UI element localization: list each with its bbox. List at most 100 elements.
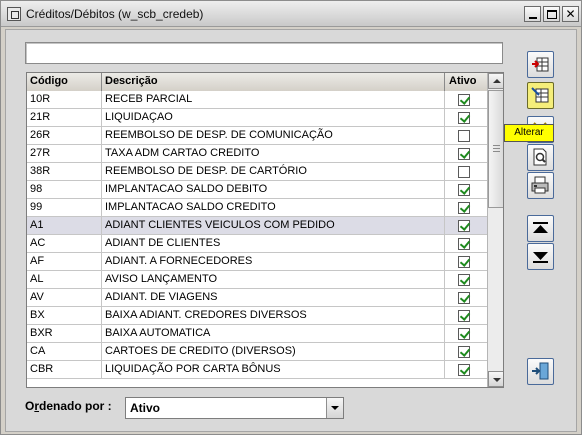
cell-active	[445, 235, 487, 252]
arrow-up-icon	[493, 79, 501, 83]
table-row[interactable]: CBR LIQUIDAÇÃO POR CARTA BÔNUS	[27, 361, 487, 379]
print-button[interactable]	[527, 172, 554, 199]
cell-code: CA	[27, 343, 102, 360]
cell-description: ADIANT. A FORNECEDORES	[102, 253, 445, 270]
active-checkbox[interactable]	[458, 238, 470, 250]
active-checkbox[interactable]	[458, 166, 470, 178]
move-top-button[interactable]	[527, 215, 554, 242]
cell-active	[445, 343, 487, 360]
cell-active	[445, 253, 487, 270]
active-checkbox[interactable]	[458, 346, 470, 358]
grip-line	[493, 151, 500, 152]
filter-input[interactable]	[25, 42, 503, 64]
cell-active	[445, 325, 487, 342]
cell-code: AV	[27, 289, 102, 306]
cell-code: 21R	[27, 109, 102, 126]
cell-description: RECEB PARCIAL	[102, 91, 445, 108]
cell-active	[445, 307, 487, 324]
table-row[interactable]: BX BAIXA ADIANT. CREDORES DIVERSOS	[27, 307, 487, 325]
edit-grid-icon	[531, 87, 549, 103]
cell-active	[445, 145, 487, 162]
active-checkbox[interactable]	[458, 328, 470, 340]
table-row[interactable]: 27R TAXA ADM CARTAO CREDITO	[27, 145, 487, 163]
column-header-code[interactable]: Código	[27, 73, 102, 91]
active-checkbox[interactable]	[458, 274, 470, 286]
move-down-button[interactable]	[527, 243, 554, 270]
grip-line	[493, 148, 500, 149]
column-header-description[interactable]: Descrição	[102, 73, 445, 91]
table-row[interactable]: AV ADIANT. DE VIAGENS	[27, 289, 487, 307]
table-row[interactable]: 21R LIQUIDAÇAO	[27, 109, 487, 127]
table-row[interactable]: 99 IMPLANTACAO SALDO CREDITO	[27, 199, 487, 217]
dropdown-button[interactable]	[326, 398, 343, 418]
window-app-icon[interactable]	[7, 7, 21, 21]
active-checkbox[interactable]	[458, 94, 470, 106]
table-body: 10R RECEB PARCIAL 21R LIQUIDAÇAO 26R REEMBOLS…	[27, 91, 487, 379]
cell-description: ADIANT CLIENTES VEICULOS COM PEDIDO	[102, 217, 445, 234]
cell-description: IMPLANTACAO SALDO DEBITO	[102, 181, 445, 198]
preview-button[interactable]	[527, 144, 554, 171]
active-checkbox[interactable]	[458, 364, 470, 376]
table-row[interactable]: 26R REEMBOLSO DE DESP. DE COMUNICAÇÃO	[27, 127, 487, 145]
chevron-down-icon	[331, 406, 339, 410]
cell-code: A1	[27, 217, 102, 234]
cell-code: BX	[27, 307, 102, 324]
cell-description: CARTOES DE CREDITO (DIVERSOS)	[102, 343, 445, 360]
active-checkbox[interactable]	[458, 310, 470, 322]
insert-button[interactable]	[527, 51, 554, 78]
minimize-button[interactable]	[524, 6, 541, 22]
scroll-up-button[interactable]	[488, 73, 503, 89]
cell-active	[445, 361, 487, 378]
exit-door-icon	[532, 362, 549, 380]
active-checkbox[interactable]	[458, 184, 470, 196]
window-title: Créditos/Débitos (w_scb_credeb)	[26, 7, 204, 21]
close-icon: ✕	[565, 7, 576, 21]
cell-active	[445, 271, 487, 288]
active-checkbox[interactable]	[458, 130, 470, 142]
table-row[interactable]: AF ADIANT. A FORNECEDORES	[27, 253, 487, 271]
cell-active	[445, 91, 487, 108]
cell-description: BAIXA AUTOMATICA	[102, 325, 445, 342]
records-table[interactable]: Código Descrição Ativo 10R RECEB PARCIAL 2…	[26, 72, 504, 388]
table-row[interactable]: 10R RECEB PARCIAL	[27, 91, 487, 109]
grip-line	[493, 145, 500, 146]
move-top-icon	[533, 222, 548, 233]
cell-description: ADIANT DE CLIENTES	[102, 235, 445, 252]
column-header-active[interactable]: Ativo	[445, 73, 487, 91]
maximize-button[interactable]	[543, 6, 560, 22]
cell-description: REEMBOLSO DE DESP. DE COMUNICAÇÃO	[102, 127, 445, 144]
cell-code: 10R	[27, 91, 102, 108]
cell-code: BXR	[27, 325, 102, 342]
title-bar[interactable]: Créditos/Débitos (w_scb_credeb) ✕	[1, 1, 581, 27]
active-checkbox[interactable]	[458, 148, 470, 160]
cell-description: ADIANT. DE VIAGENS	[102, 289, 445, 306]
table-row[interactable]: BXR BAIXA AUTOMATICA	[27, 325, 487, 343]
active-checkbox[interactable]	[458, 202, 470, 214]
table-row[interactable]: CA CARTOES DE CREDITO (DIVERSOS)	[27, 343, 487, 361]
table-row[interactable]: 38R REEMBOLSO DE DESP. DE CARTÓRIO	[27, 163, 487, 181]
cell-active	[445, 163, 487, 180]
table-row[interactable]: 98 IMPLANTACAO SALDO DEBITO	[27, 181, 487, 199]
scroll-down-button[interactable]	[488, 371, 503, 387]
insert-row-icon	[532, 57, 549, 72]
table-row[interactable]: A1 ADIANT CLIENTES VEICULOS COM PEDIDO	[27, 217, 487, 235]
table-scrollbar[interactable]	[487, 73, 503, 387]
scroll-thumb[interactable]	[488, 90, 503, 208]
exit-button[interactable]	[527, 358, 554, 385]
app-window: Créditos/Débitos (w_scb_credeb) ✕ Código…	[0, 0, 582, 435]
active-checkbox[interactable]	[458, 292, 470, 304]
table-row[interactable]: AC ADIANT DE CLIENTES	[27, 235, 487, 253]
cell-description: IMPLANTACAO SALDO CREDITO	[102, 199, 445, 216]
cell-description: AVISO LANÇAMENTO	[102, 271, 445, 288]
table-row[interactable]: AL AVISO LANÇAMENTO	[27, 271, 487, 289]
tooltip: Alterar	[504, 124, 554, 142]
client-area: Código Descrição Ativo 10R RECEB PARCIAL 2…	[5, 29, 577, 432]
active-checkbox[interactable]	[458, 256, 470, 268]
edit-button[interactable]	[527, 82, 554, 109]
cell-description: LIQUIDAÇAO	[102, 109, 445, 126]
close-button[interactable]: ✕	[562, 6, 579, 22]
active-checkbox[interactable]	[458, 112, 470, 124]
order-by-select[interactable]: Ativo	[125, 397, 344, 419]
active-checkbox[interactable]	[458, 220, 470, 232]
cell-code: CBR	[27, 361, 102, 378]
